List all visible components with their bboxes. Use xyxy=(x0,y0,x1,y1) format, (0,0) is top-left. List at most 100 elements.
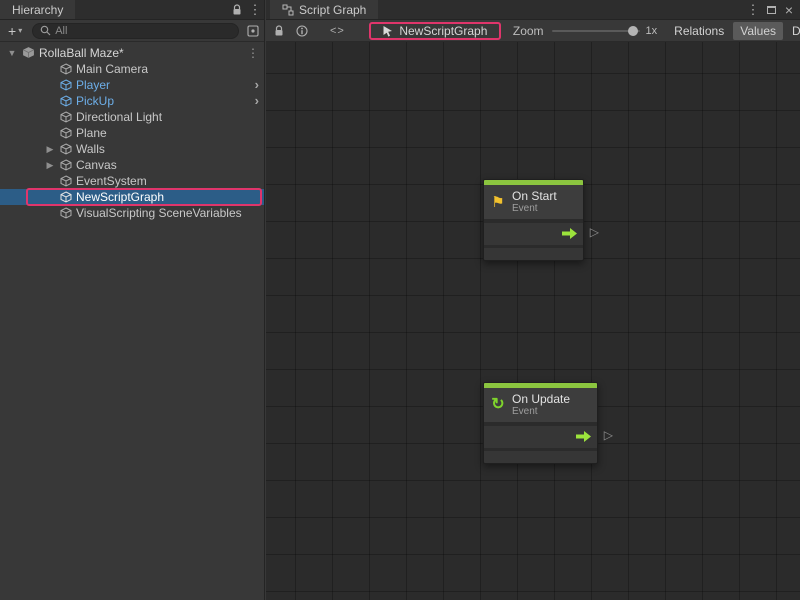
item-label: Walls xyxy=(76,141,105,157)
hierarchy-item-player[interactable]: Player › xyxy=(0,77,264,93)
node-on-update[interactable]: ↻ On Update Event ▷ xyxy=(483,382,598,464)
hierarchy-item-walls[interactable]: ▶ Walls xyxy=(0,141,264,157)
kebab-menu-icon[interactable]: ⋮ xyxy=(246,0,264,19)
search-icon xyxy=(40,25,51,36)
dim-toggle[interactable]: Di xyxy=(785,22,800,40)
foldout-closed-icon[interactable]: ▶ xyxy=(44,141,56,157)
output-port-triangle-icon[interactable]: ▷ xyxy=(604,429,613,441)
hierarchy-tabbar: Hierarchy ⋮ xyxy=(0,0,264,20)
node-titles: On Start Event xyxy=(512,190,557,214)
graph-pointer-icon xyxy=(382,25,393,37)
hierarchy-toolbar: + ▾ All xyxy=(0,20,264,42)
gameobject-cube-icon xyxy=(60,143,72,155)
node-title: On Start xyxy=(512,190,557,203)
node-subtitle: Event xyxy=(512,406,570,417)
hierarchy-item-visualscripting-scenevariables[interactable]: VisualScripting SceneVariables xyxy=(0,205,264,221)
prefab-cube-icon xyxy=(60,95,72,107)
hierarchy-item-newscriptgraph[interactable]: NewScriptGraph xyxy=(0,189,264,205)
graph-canvas[interactable]: ⚑ On Start Event ▷ ↻ xyxy=(266,42,800,600)
zoom-value: 1x xyxy=(646,25,658,37)
hierarchy-item-pickup[interactable]: PickUp › xyxy=(0,93,264,109)
hierarchy-item-eventsystem[interactable]: EventSystem xyxy=(0,173,264,189)
item-label: Directional Light xyxy=(76,109,162,125)
hierarchy-item-main-camera[interactable]: Main Camera xyxy=(0,61,264,77)
hierarchy-item-canvas[interactable]: ▶ Canvas xyxy=(0,157,264,173)
hierarchy-item-directional-light[interactable]: Directional Light xyxy=(0,109,264,125)
item-label: Canvas xyxy=(76,157,117,173)
node-title: On Update xyxy=(512,393,570,406)
unity-scene-icon xyxy=(22,46,35,59)
unity-editor-window: Hierarchy ⋮ + ▾ All ▼ xyxy=(0,0,800,600)
script-graph-tabbar: Script Graph ⋮ × xyxy=(266,0,800,20)
lock-icon[interactable] xyxy=(274,25,284,37)
node-subtitle: Event xyxy=(512,203,557,214)
item-label: EventSystem xyxy=(76,173,147,189)
gameobject-cube-icon xyxy=(60,207,72,219)
search-input[interactable]: All xyxy=(32,23,239,39)
node-titles: On Update Event xyxy=(512,393,570,417)
info-icon[interactable] xyxy=(296,25,308,37)
foldout-open-icon[interactable]: ▼ xyxy=(6,45,18,61)
item-label: PickUp xyxy=(76,93,114,109)
zoom-slider-handle[interactable] xyxy=(628,26,638,36)
lock-icon[interactable] xyxy=(228,0,246,19)
prefab-open-chevron-icon[interactable]: › xyxy=(255,77,259,93)
output-port-triangle-icon[interactable]: ▷ xyxy=(590,226,599,238)
prefab-cube-icon xyxy=(60,79,72,91)
chevron-down-icon: ▾ xyxy=(18,26,22,35)
gameobject-cube-icon xyxy=(60,175,72,187)
hierarchy-panel: Hierarchy ⋮ + ▾ All ▼ xyxy=(0,0,265,600)
flag-icon: ⚑ xyxy=(488,195,508,210)
script-graph-panel: Script Graph ⋮ × <> NewScriptGraph Zoom xyxy=(266,0,800,600)
hierarchy-tree: ▼ RollaBall Maze* ⋮ Main Camera Player ›… xyxy=(0,42,264,600)
kebab-menu-icon[interactable]: ⋮ xyxy=(247,45,259,61)
close-icon[interactable]: × xyxy=(780,0,798,19)
item-label: Plane xyxy=(76,125,107,141)
zoom-slider-track[interactable] xyxy=(552,30,640,32)
maximize-icon[interactable] xyxy=(762,0,780,19)
plus-icon: + xyxy=(8,24,16,38)
gameobject-cube-icon xyxy=(60,191,72,203)
graph-name-label: NewScriptGraph xyxy=(399,24,487,38)
gameobject-cube-icon xyxy=(60,63,72,75)
node-ports-row xyxy=(484,223,583,245)
search-placeholder: All xyxy=(55,25,67,37)
tab-script-graph[interactable]: Script Graph xyxy=(270,0,378,19)
tab-hierarchy[interactable]: Hierarchy xyxy=(0,0,75,19)
hierarchy-item-plane[interactable]: Plane xyxy=(0,125,264,141)
gameobject-cube-icon xyxy=(60,127,72,139)
code-icon[interactable]: <> xyxy=(330,25,345,37)
gameobject-cube-icon xyxy=(60,111,72,123)
script-graph-toolbar: <> NewScriptGraph Zoom 1x Relations Valu… xyxy=(266,20,800,42)
zoom-slider[interactable] xyxy=(552,25,640,37)
tab-hierarchy-label: Hierarchy xyxy=(12,3,63,17)
foldout-closed-icon[interactable]: ▶ xyxy=(44,157,56,173)
gameobject-cube-icon xyxy=(60,159,72,171)
node-header[interactable]: ↻ On Update Event xyxy=(484,388,597,422)
tabbar-spacer xyxy=(75,0,228,19)
output-flow-arrow-icon[interactable] xyxy=(576,431,592,442)
relations-toggle[interactable]: Relations xyxy=(667,22,731,40)
kebab-menu-icon[interactable]: ⋮ xyxy=(744,0,762,19)
node-on-start[interactable]: ⚑ On Start Event ▷ xyxy=(483,179,584,261)
scene-name: RollaBall Maze* xyxy=(39,45,124,61)
scene-row-rollaball-maze[interactable]: ▼ RollaBall Maze* ⋮ xyxy=(0,44,264,61)
item-label: Main Camera xyxy=(76,61,148,77)
graph-breadcrumb-newscriptgraph[interactable]: NewScriptGraph xyxy=(369,22,501,40)
item-label: NewScriptGraph xyxy=(76,189,164,205)
node-ports-row xyxy=(484,426,597,448)
output-flow-arrow-icon[interactable] xyxy=(562,228,578,239)
zoom-label: Zoom xyxy=(513,24,544,38)
search-picker-icon[interactable] xyxy=(244,20,262,41)
tabbar-spacer xyxy=(378,0,744,19)
script-graph-icon xyxy=(282,4,294,16)
item-label: Player xyxy=(76,77,110,93)
values-toggle[interactable]: Values xyxy=(733,22,783,40)
node-header[interactable]: ⚑ On Start Event xyxy=(484,185,583,219)
node-footer xyxy=(484,451,597,463)
add-gameobject-button[interactable]: + ▾ xyxy=(3,22,27,40)
prefab-open-chevron-icon[interactable]: › xyxy=(255,93,259,109)
node-footer xyxy=(484,248,583,260)
tab-script-graph-label: Script Graph xyxy=(299,3,366,17)
item-label: VisualScripting SceneVariables xyxy=(76,205,242,221)
